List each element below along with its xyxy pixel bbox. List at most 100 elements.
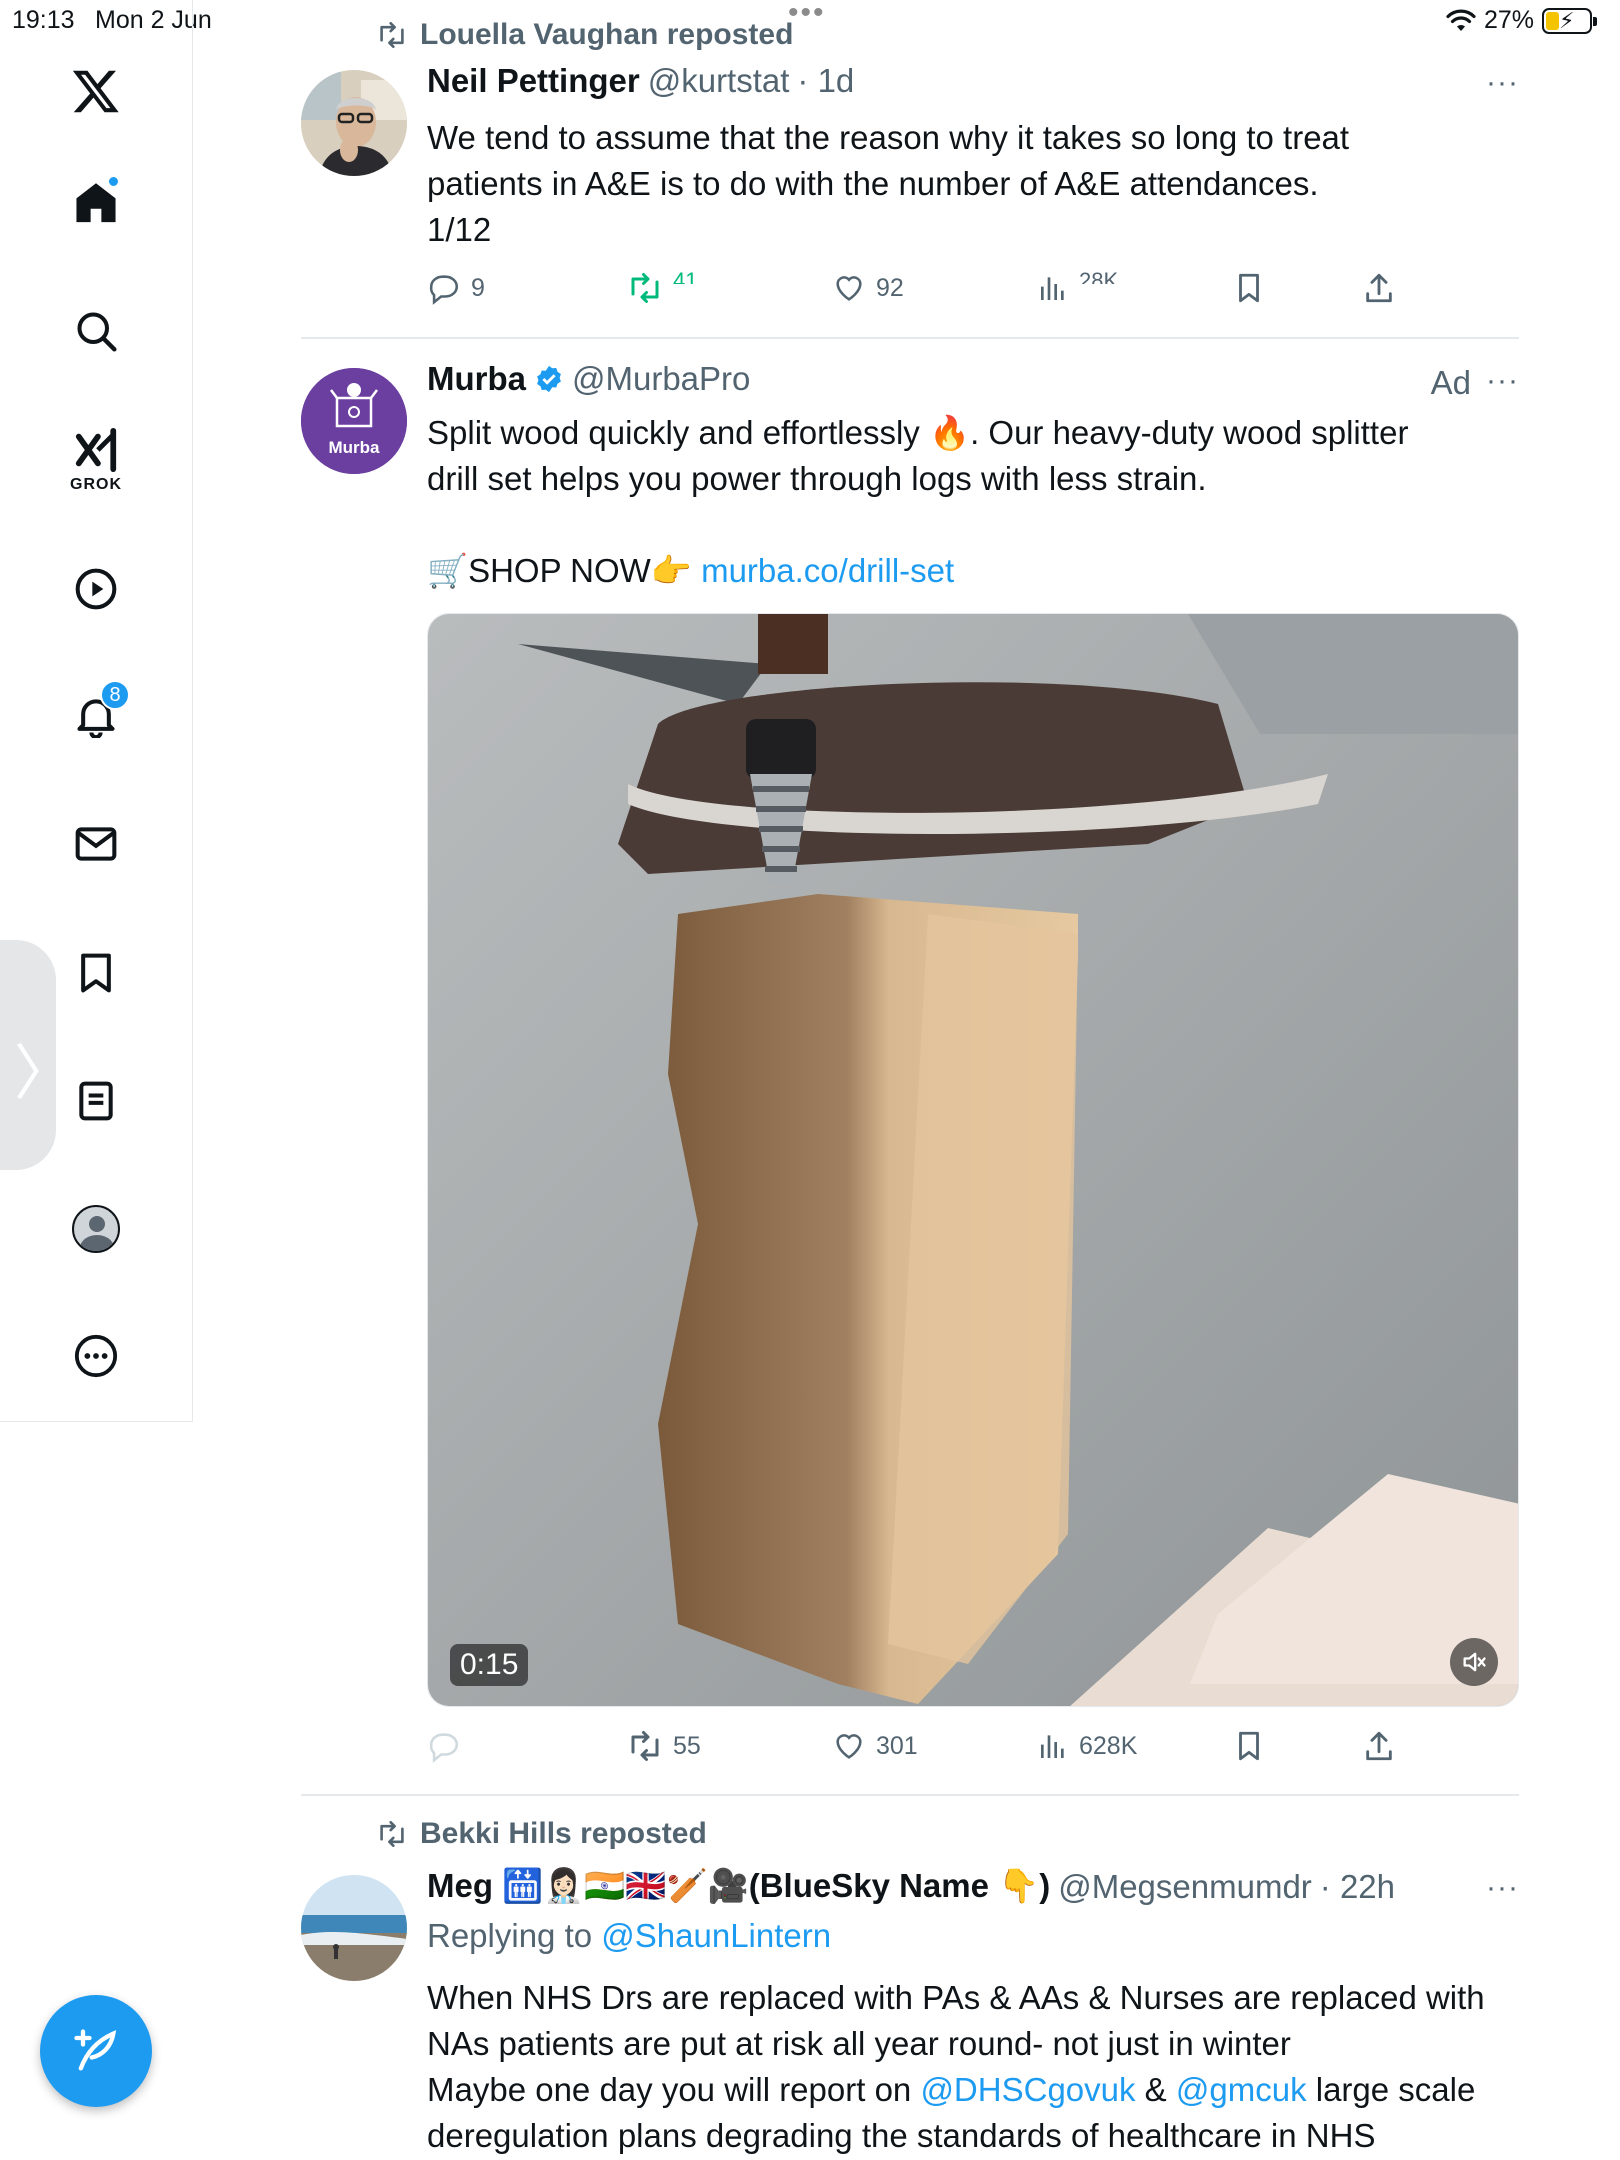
like-button[interactable]: 301: [832, 1721, 918, 1771]
share-button[interactable]: [1362, 263, 1396, 313]
bookmark-icon: [1239, 1731, 1259, 1761]
bookmark-icon: [1239, 273, 1259, 303]
video-player[interactable]: 0:15: [427, 613, 1519, 1707]
views-chart-icon: [1041, 1735, 1064, 1758]
repost-icon: [631, 1731, 659, 1761]
share-icon: [1366, 273, 1392, 303]
author-handle[interactable]: @Megsenmumdr: [1058, 1868, 1312, 1906]
text-fragment: large scale: [1306, 2071, 1476, 2108]
replying-to-label: Replying to: [427, 1917, 602, 1954]
views-count: 28K: [1079, 268, 1119, 284]
more-options-icon[interactable]: ···: [1486, 66, 1519, 100]
mention-link[interactable]: @gmcuk: [1176, 2071, 1307, 2108]
share-button[interactable]: [1362, 1721, 1396, 1771]
compose-post-button[interactable]: [40, 1995, 152, 2107]
repost-indicator: Louella Vaughan reposted: [376, 18, 793, 52]
grok-label: GROK: [70, 476, 122, 493]
post-time[interactable]: · 22h: [1320, 1868, 1395, 1906]
post-actions: 55 301 628K: [427, 1721, 1519, 1771]
chevron-right-icon: 〉: [14, 1040, 74, 1107]
post-murba-ad[interactable]: Murba Murba @MurbaPro Ad ··· Split wood …: [301, 338, 1519, 1794]
post-time[interactable]: · 1d: [797, 62, 854, 100]
repost-by-text: Bekki Hills reposted: [420, 1817, 707, 1850]
video-thumbnail: [428, 614, 1518, 1706]
mute-button[interactable]: [1450, 1638, 1498, 1686]
post-text-line: patients in A&E is to do with the number…: [427, 165, 1319, 202]
battery-charging-icon: ⚡: [1542, 7, 1597, 34]
author-handle[interactable]: @MurbaPro: [572, 360, 750, 398]
post-text: We tend to assume that the reason why it…: [427, 115, 1507, 253]
bookmark-button[interactable]: [1232, 263, 1266, 313]
profile-avatar-icon[interactable]: [60, 1193, 132, 1265]
bookmarks-icon[interactable]: [60, 937, 132, 1009]
reply-icon: [429, 1733, 458, 1763]
repost-icon: [380, 22, 404, 48]
views-button[interactable]: 28K: [1037, 263, 1118, 313]
post-meg[interactable]: Bekki Hills reposted Meg 🛗👩🏻‍⚕️🇮🇳🇬🇧🏏🎥(Bl…: [301, 1795, 1519, 2160]
avatar[interactable]: [301, 1875, 407, 1981]
author-name[interactable]: Neil Pettinger: [427, 62, 640, 100]
timeline-feed: Louella Vaughan reposted Neil Pettinger …: [301, 0, 1519, 2160]
post-neil-pettinger[interactable]: Louella Vaughan reposted Neil Pettinger …: [301, 0, 1519, 337]
x-logo-icon[interactable]: [60, 55, 132, 127]
repost-button[interactable]: 55: [627, 1721, 701, 1771]
mention-link[interactable]: @DHSCgovuk: [920, 2071, 1135, 2108]
views-count: 628K: [1079, 1731, 1138, 1760]
meg-avatar-photo: [301, 1875, 407, 1981]
home-icon[interactable]: [60, 167, 132, 239]
post-text-line: 🛒SHOP NOW👉 murba.co/drill-set: [427, 548, 1507, 594]
more-options-icon[interactable]: ···: [1486, 1871, 1519, 1905]
video-play-icon[interactable]: [60, 553, 132, 625]
replying-to: Replying to @ShaunLintern: [427, 1917, 831, 1955]
repost-count: 41: [673, 268, 698, 284]
messages-envelope-icon[interactable]: [60, 808, 132, 880]
like-count: 92: [876, 273, 904, 302]
post-text-line: 1/12: [427, 211, 492, 248]
muted-speaker-icon: [1463, 1652, 1486, 1672]
compose-feather-icon: [74, 2029, 117, 2071]
post-text-line: Maybe one day you will report on @DHSCgo…: [427, 2067, 1507, 2113]
video-duration: 0:15: [450, 1644, 529, 1686]
repost-button[interactable]: 41: [627, 263, 697, 313]
avatar[interactable]: Murba: [301, 368, 407, 474]
heart-icon: [836, 276, 862, 301]
post-header: Neil Pettinger @kurtstat · 1d: [427, 62, 854, 100]
side-drawer-handle[interactable]: 〉: [0, 940, 74, 1170]
repost-count: 55: [673, 1731, 701, 1760]
bookmark-button[interactable]: [1232, 1721, 1266, 1771]
share-icon: [1366, 1731, 1392, 1761]
more-options-icon[interactable]: ···: [1486, 364, 1519, 398]
post-text-line: When NHS Drs are replaced with PAs & AAs…: [427, 1979, 1485, 2016]
ad-link[interactable]: murba.co/drill-set: [701, 552, 954, 589]
post-text-line: Split wood quickly and effortlessly 🔥. O…: [427, 414, 1409, 451]
author-name[interactable]: Murba: [427, 360, 526, 398]
text-fragment: Maybe one day you will report on: [427, 2071, 921, 2108]
post-text-line: We tend to assume that the reason why it…: [427, 119, 1350, 156]
shop-now-text: 🛒SHOP NOW👉: [427, 552, 702, 589]
reply-button[interactable]: [427, 1721, 461, 1771]
post-text-line: drill set helps you power through logs w…: [427, 460, 1207, 497]
reply-icon: [429, 275, 458, 305]
author-name[interactable]: Meg 🛗👩🏻‍⚕️🇮🇳🇬🇧🏏🎥(BlueSky Name 👇): [427, 1867, 1050, 1906]
like-button[interactable]: 92: [832, 263, 904, 313]
search-icon[interactable]: [60, 295, 132, 367]
sidebar-nav: GROK 8: [0, 0, 193, 1422]
avatar[interactable]: [301, 70, 407, 176]
repost-by-text: Louella Vaughan reposted: [420, 18, 794, 51]
grok-icon[interactable]: GROK: [60, 418, 132, 500]
post-text-line: NAs patients are put at risk all year ro…: [427, 2025, 1291, 2062]
notifications-badge: 8: [100, 680, 130, 710]
post-text-line: deregulation plans degrading the standar…: [427, 2117, 1376, 2154]
replying-to-handle[interactable]: @ShaunLintern: [601, 1917, 831, 1954]
like-count: 301: [876, 1731, 918, 1760]
repost-icon: [631, 273, 659, 303]
post-text: Split wood quickly and effortlessly 🔥. O…: [427, 410, 1507, 594]
ad-label: Ad: [1430, 364, 1471, 401]
heart-icon: [836, 1734, 862, 1759]
notifications-bell-icon[interactable]: 8: [60, 680, 132, 752]
post-header: Meg 🛗👩🏻‍⚕️🇮🇳🇬🇧🏏🎥(BlueSky Name 👇) @Megsen…: [427, 1867, 1395, 1906]
more-circle-icon[interactable]: [60, 1320, 132, 1392]
reply-button[interactable]: 9: [427, 263, 485, 313]
views-button[interactable]: 628K: [1037, 1721, 1137, 1771]
author-handle[interactable]: @kurtstat: [648, 62, 790, 100]
